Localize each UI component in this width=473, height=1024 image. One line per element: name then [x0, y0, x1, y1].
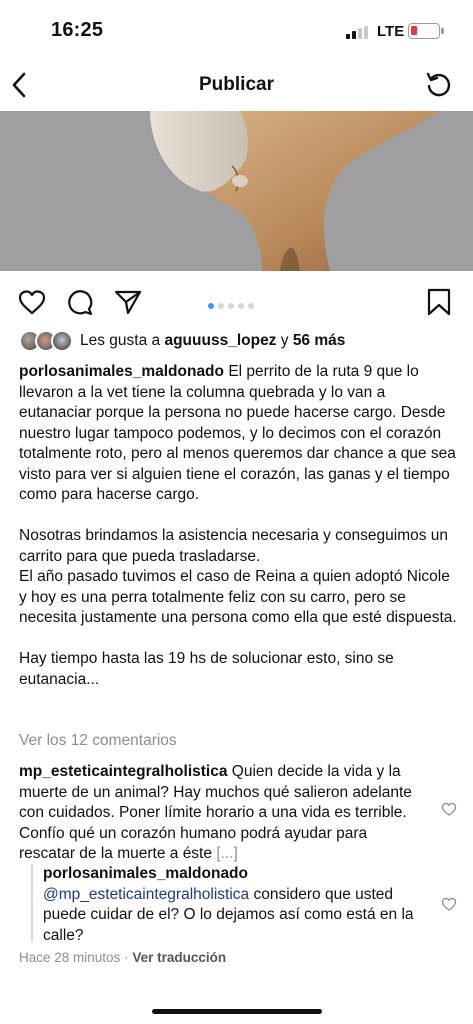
- likes-connector: y: [280, 332, 289, 349]
- caption-paragraph: El año pasado tuvimos el caso de Reina a…: [19, 568, 457, 626]
- likes-text: Les gusta a aguuuss_lopez y 56 más: [80, 332, 345, 350]
- likes-row[interactable]: Les gusta a aguuuss_lopez y 56 más: [19, 330, 459, 352]
- share-icon[interactable]: [113, 287, 143, 317]
- comment-icon[interactable]: [65, 287, 95, 317]
- reply-like-icon[interactable]: [441, 896, 457, 912]
- post-timestamp: Hace 28 minutos: [19, 950, 121, 965]
- carousel-dot: [228, 303, 234, 309]
- carousel-dot: [208, 303, 214, 309]
- post-actions: [0, 282, 473, 322]
- caption-paragraph: El perrito de la ruta 9 que lo llevaron …: [19, 363, 456, 503]
- battery-icon: [408, 23, 444, 39]
- page-title: Publicar: [199, 74, 274, 95]
- status-bar: 16:25 LTE: [0, 0, 473, 60]
- caption-paragraph: Hay tiempo hasta las 19 hs de solucionar…: [19, 650, 394, 688]
- reply-username[interactable]: porlosanimales_maldonado: [43, 864, 423, 885]
- comment-reply: porlosanimales_maldonado @mp_esteticaint…: [43, 864, 423, 946]
- clock: 16:25: [51, 19, 104, 41]
- signal-icon: [346, 26, 370, 39]
- post-meta: Hace 28 minutos · Ver traducción: [19, 950, 226, 965]
- liker-username[interactable]: aguuuss_lopez: [164, 332, 276, 349]
- refresh-icon[interactable]: [424, 70, 454, 100]
- view-comments-link[interactable]: Ver los 12 comentarios: [19, 732, 177, 750]
- comment-like-icon[interactable]: [441, 801, 457, 817]
- dog-photo: [0, 111, 473, 271]
- caption-paragraph: Nosotras brindamos la asistencia necesar…: [19, 527, 449, 565]
- comment: mp_esteticaintegralholistica Quien decid…: [19, 762, 424, 865]
- carousel-dot: [248, 303, 254, 309]
- home-indicator[interactable]: [152, 1009, 322, 1014]
- carousel-indicator: [208, 296, 258, 309]
- carousel-dot: [238, 303, 244, 309]
- comment-username[interactable]: mp_esteticaintegralholistica: [19, 763, 227, 780]
- carousel-dot: [218, 303, 224, 309]
- reply-divider: [31, 864, 33, 942]
- reply-mention[interactable]: @mp_esteticaintegralholistica: [43, 886, 249, 903]
- network-label: LTE: [377, 23, 405, 40]
- post-caption: porlosanimales_maldonado El perrito de l…: [19, 362, 461, 690]
- heart-icon[interactable]: [17, 287, 47, 317]
- liker-avatars: [19, 330, 75, 352]
- post-photo[interactable]: [0, 111, 473, 271]
- header: Publicar: [0, 60, 473, 110]
- likes-prefix: Les gusta a: [80, 332, 161, 349]
- comment-more-link[interactable]: [...]: [216, 845, 238, 862]
- see-translation-link[interactable]: Ver traducción: [132, 950, 226, 965]
- caption-username[interactable]: porlosanimales_maldonado: [19, 363, 224, 380]
- meta-separator: ·: [124, 950, 129, 965]
- likes-count[interactable]: 56 más: [293, 332, 346, 349]
- avatar: [51, 330, 73, 352]
- bookmark-icon[interactable]: [424, 287, 454, 317]
